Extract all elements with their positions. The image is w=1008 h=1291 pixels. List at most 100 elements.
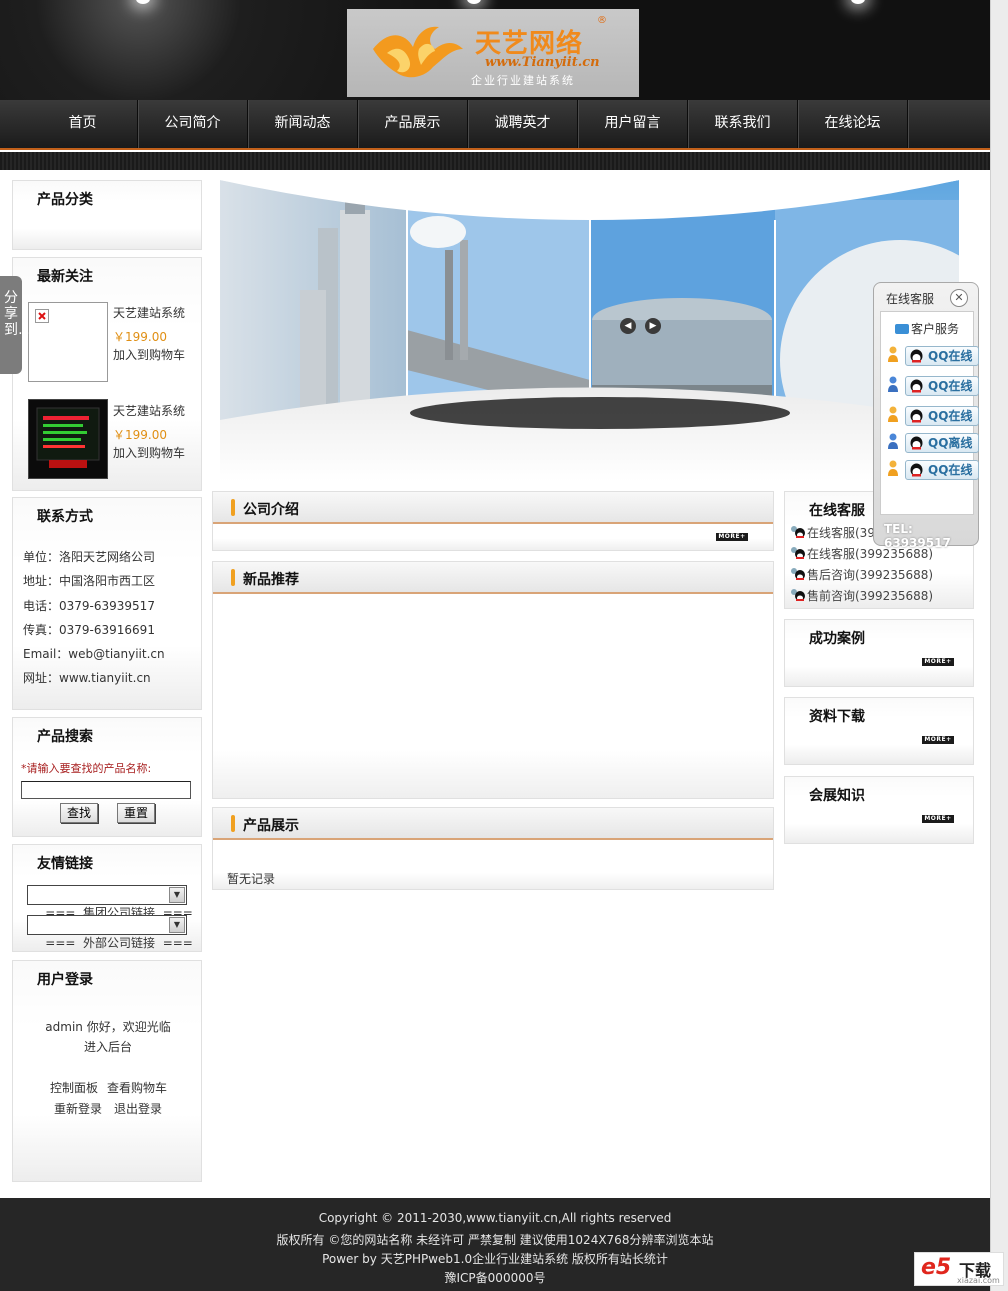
control-panel-link[interactable]: 控制面板 bbox=[50, 1079, 98, 1096]
logo-registered-mark: ® bbox=[597, 15, 607, 26]
cases-panel: 成功案例 MORE+ bbox=[784, 619, 974, 687]
downloads-panel: 资料下载 MORE+ bbox=[784, 697, 974, 765]
qq-penguin-icon bbox=[910, 349, 923, 363]
external-links-select[interactable]: === 外部公司链接 === ▼ bbox=[27, 915, 193, 950]
broken-image-icon bbox=[35, 309, 49, 323]
company-intro-section: 公司介绍 MORE+ bbox=[212, 491, 774, 551]
product-price: ￥199.00 bbox=[113, 330, 167, 344]
qq-online-button[interactable]: QQ在线 bbox=[905, 406, 979, 426]
hero-banner: ◀ ▶ bbox=[220, 180, 959, 482]
knowledge-title: 会展知识 bbox=[809, 788, 865, 804]
contact-company: 单位：洛阳天艺网络公司 bbox=[23, 550, 156, 564]
group-links-select[interactable]: === 集团公司链接 === ▼ bbox=[27, 885, 193, 920]
search-panel: 产品搜索 *请输入要查找的产品名称: 查找 重置 bbox=[12, 717, 202, 837]
more-button[interactable]: MORE+ bbox=[922, 658, 954, 666]
search-hint: *请输入要查找的产品名称: bbox=[21, 762, 152, 775]
add-to-cart-link[interactable]: 加入到购物车 bbox=[113, 346, 185, 363]
banner-prev-button[interactable]: ◀ bbox=[620, 318, 636, 334]
qq-button-label: QQ在线 bbox=[928, 463, 973, 477]
nav-item-home[interactable]: 首页 bbox=[28, 100, 138, 148]
chevron-down-icon[interactable]: ▼ bbox=[169, 917, 185, 933]
qq-icon bbox=[791, 589, 805, 601]
product-name[interactable]: 天艺建站系统 bbox=[113, 304, 185, 321]
nav-item-news[interactable]: 新闻动态 bbox=[248, 100, 358, 148]
section-marker bbox=[231, 569, 235, 586]
footer-powered: Power by 天艺PHPweb1.0企业行业建站系统 版权所有站长统计 bbox=[322, 1252, 668, 1266]
nav-item-products[interactable]: 产品展示 bbox=[358, 100, 468, 148]
knowledge-panel: 会展知识 MORE+ bbox=[784, 776, 974, 844]
vertical-scrollbar[interactable] bbox=[990, 0, 1008, 1291]
qq-button-label: QQ离线 bbox=[928, 436, 973, 450]
share-label: 分享到… bbox=[4, 290, 32, 338]
main-nav: 首页 公司简介 新闻动态 产品展示 诚聘英才 用户留言 联系我们 在线论坛 bbox=[0, 100, 990, 150]
category-title: 产品分类 bbox=[37, 192, 93, 208]
contact-email: Email：web@tianyiit.cn bbox=[23, 647, 165, 661]
contact-fax: 传真：0379-63916691 bbox=[23, 623, 155, 637]
relogin-link[interactable]: 重新登录 bbox=[54, 1100, 102, 1117]
footer-rights: 版权所有 ©您的网站名称 未经许可 严禁复制 建议使用1024X768分辨率浏览… bbox=[276, 1233, 714, 1247]
view-cart-link[interactable]: 查看购物车 bbox=[107, 1079, 167, 1096]
qq-button-label: QQ在线 bbox=[928, 379, 973, 393]
float-tel: TEL: 63939517 bbox=[884, 522, 951, 550]
close-icon[interactable]: ✕ bbox=[950, 289, 968, 307]
select-value: === 外部公司链接 === bbox=[45, 936, 193, 950]
qq-penguin-icon bbox=[910, 436, 923, 450]
header-light bbox=[851, 0, 865, 4]
section-marker bbox=[231, 815, 235, 832]
more-button[interactable]: MORE+ bbox=[922, 815, 954, 823]
service-item[interactable]: 售前咨询(399235688) bbox=[789, 587, 933, 604]
section-title: 产品展示 bbox=[243, 818, 299, 834]
service-label: 售后咨询(399235688) bbox=[807, 568, 934, 582]
section-title: 新品推荐 bbox=[243, 572, 299, 588]
qq-online-button[interactable]: QQ在线 bbox=[905, 376, 979, 396]
float-title: 在线客服 bbox=[886, 292, 935, 306]
reset-button[interactable]: 重置 bbox=[117, 803, 156, 823]
qq-offline-button[interactable]: QQ离线 bbox=[905, 433, 979, 453]
more-button[interactable]: MORE+ bbox=[716, 533, 748, 541]
contact-website: 网址：www.tianyiit.cn bbox=[23, 671, 151, 685]
service-item[interactable]: 售后咨询(399235688) bbox=[789, 566, 933, 583]
float-body: 客户服务 QQ在线 QQ在线 QQ在线 QQ离线 QQ在线 bbox=[880, 311, 979, 515]
site-footer: Copyright © 2011-2030,www.tianyiit.cn,Al… bbox=[0, 1198, 990, 1291]
flame-logo-icon bbox=[373, 26, 463, 78]
float-group-text: 客户服务 bbox=[911, 322, 960, 336]
search-button[interactable]: 查找 bbox=[60, 803, 99, 823]
product-name[interactable]: 天艺建站系统 bbox=[113, 402, 185, 419]
product-thumb[interactable] bbox=[28, 399, 108, 479]
floating-service-widget: 在线客服 ✕ 客户服务 QQ在线 QQ在线 QQ在线 QQ离线 QQ在线 TEL… bbox=[873, 282, 979, 550]
nav-item-about[interactable]: 公司简介 bbox=[138, 100, 248, 148]
qq-penguin-icon bbox=[910, 379, 923, 393]
section-header: 公司介绍 bbox=[213, 492, 773, 524]
admin-link[interactable]: 进入后台 bbox=[13, 1038, 203, 1055]
logout-link[interactable]: 退出登录 bbox=[114, 1100, 162, 1117]
watermark-logo: e5 下载 xiazai.com bbox=[914, 1252, 1004, 1286]
share-tab[interactable]: 分享到… bbox=[0, 276, 32, 374]
login-welcome: admin 你好，欢迎光临 bbox=[45, 1020, 171, 1034]
site-logo[interactable]: 天艺网络 ® www.Tianyiit.cn 企业行业建站系统 bbox=[347, 9, 639, 97]
nav-item-jobs[interactable]: 诚聘英才 bbox=[468, 100, 578, 148]
banner-next-button[interactable]: ▶ bbox=[645, 318, 661, 334]
contact-panel: 联系方式 单位：洛阳天艺网络公司 地址：中国洛阳市西工区 电话：0379-639… bbox=[12, 497, 202, 710]
nav-item-guestbook[interactable]: 用户留言 bbox=[578, 100, 688, 148]
chevron-down-icon[interactable]: ▼ bbox=[169, 887, 185, 903]
qq-penguin-icon bbox=[910, 409, 923, 423]
qq-online-button[interactable]: QQ在线 bbox=[905, 460, 979, 480]
contact-title: 联系方式 bbox=[37, 509, 93, 525]
site-header: 天艺网络 ® www.Tianyiit.cn 企业行业建站系统 bbox=[0, 0, 990, 100]
led-sign-image bbox=[36, 407, 100, 468]
product-search-input[interactable] bbox=[21, 781, 191, 799]
links-panel: 友情链接 === 集团公司链接 === ▼ === 外部公司链接 === ▼ bbox=[12, 844, 202, 952]
footer-copyright: Copyright © 2011-2030,www.tianyiit.cn,Al… bbox=[318, 1211, 672, 1225]
logo-slogan: 企业行业建站系统 bbox=[471, 74, 575, 87]
latest-panel: 最新关注 天艺建站系统 ￥199.00 加入到购物车 天艺建站系统 ￥199.0… bbox=[12, 257, 202, 491]
add-to-cart-link[interactable]: 加入到购物车 bbox=[113, 444, 185, 461]
links-title: 友情链接 bbox=[37, 856, 93, 872]
product-showcase-section: 产品展示 暂无记录 bbox=[212, 807, 774, 890]
footer-icp: 豫ICP备000000号 bbox=[444, 1271, 546, 1285]
more-button[interactable]: MORE+ bbox=[922, 736, 954, 744]
nav-item-contact[interactable]: 联系我们 bbox=[688, 100, 798, 148]
section-header: 产品展示 bbox=[213, 808, 773, 840]
nav-item-forum[interactable]: 在线论坛 bbox=[798, 100, 908, 148]
product-thumb-broken[interactable] bbox=[28, 302, 108, 382]
qq-online-button[interactable]: QQ在线 bbox=[905, 346, 979, 366]
